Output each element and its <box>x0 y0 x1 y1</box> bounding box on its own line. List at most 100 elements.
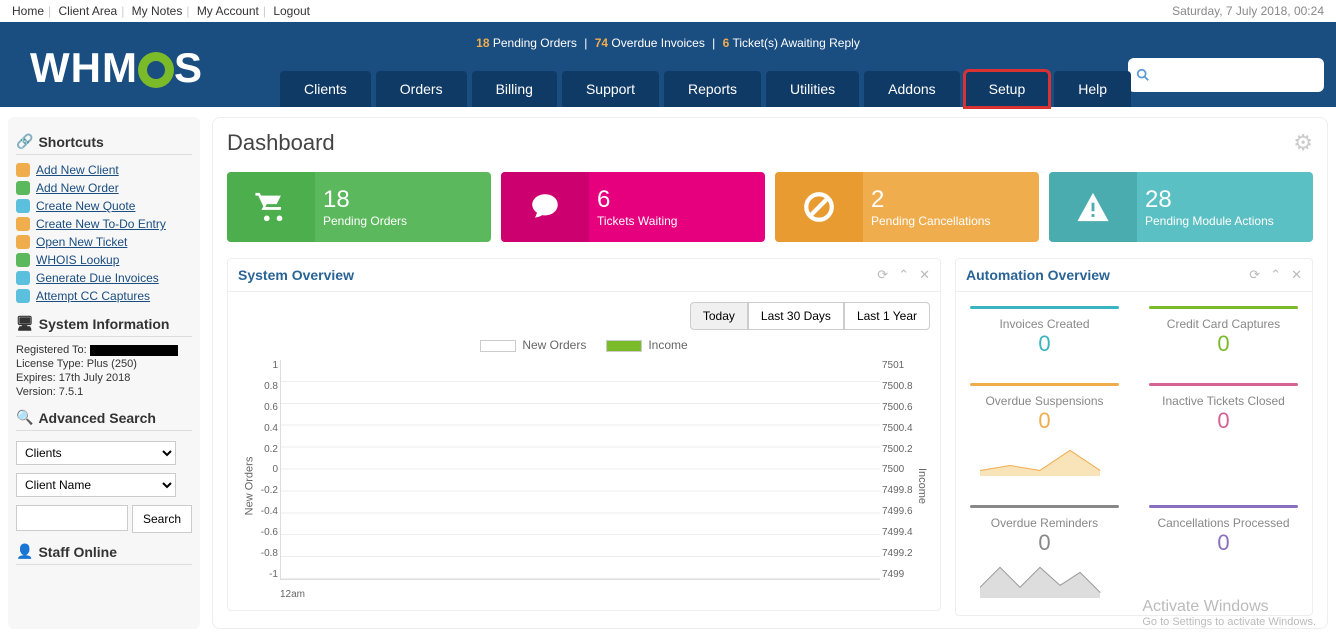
settings-icon[interactable]: ⚙ <box>1293 130 1313 156</box>
nav-help[interactable]: Help <box>1054 71 1131 107</box>
metric-value: 0 <box>970 408 1119 434</box>
tab-30days[interactable]: Last 30 Days <box>748 302 844 330</box>
close-icon[interactable]: ✕ <box>1291 267 1302 283</box>
stat-tile[interactable]: 6Tickets Waiting <box>501 172 765 242</box>
collapse-icon[interactable]: ⌃ <box>898 267 909 283</box>
metric-name: Inactive Tickets Closed <box>1149 394 1298 408</box>
nav-setup[interactable]: Setup <box>965 71 1050 107</box>
top-links: Home| Client Area| My Notes| My Account|… <box>12 4 310 18</box>
tile-number: 2 <box>871 186 1031 214</box>
shortcut-item[interactable]: Attempt CC Captures <box>16 287 192 305</box>
close-icon[interactable]: ✕ <box>919 267 930 283</box>
system-overview-panel: System Overview ⟳ ⌃ ✕ Today Last 30 Days… <box>227 258 941 611</box>
system-overview-title: System Overview <box>238 267 354 283</box>
tile-label: Pending Module Actions <box>1145 214 1305 228</box>
metric-name: Cancellations Processed <box>1149 516 1298 530</box>
automation-overview-panel: Automation Overview ⟳ ⌃ ✕ Invoices Creat… <box>955 258 1313 616</box>
search-scope-select[interactable]: Clients <box>16 441 176 465</box>
refresh-icon[interactable]: ⟳ <box>877 267 888 283</box>
automation-cell[interactable]: Overdue Reminders0 <box>970 505 1119 601</box>
tile-label: Tickets Waiting <box>597 214 757 228</box>
tile-number: 28 <box>1145 186 1305 214</box>
metric-name: Overdue Suspensions <box>970 394 1119 408</box>
sparkline <box>980 436 1110 476</box>
search-field-select[interactable]: Client Name <box>16 473 176 497</box>
nav-reports[interactable]: Reports <box>664 71 761 107</box>
automation-cell[interactable]: Overdue Suspensions0 <box>970 383 1119 479</box>
tab-today[interactable]: Today <box>690 302 748 330</box>
nav-utilities[interactable]: Utilities <box>766 71 859 107</box>
search-button[interactable]: Search <box>132 505 192 533</box>
shortcut-item[interactable]: Create New Quote <box>16 197 192 215</box>
top-link-client[interactable]: Client Area <box>58 4 117 18</box>
shortcut-icon <box>16 199 30 213</box>
stat-tile[interactable]: 2Pending Cancellations <box>775 172 1039 242</box>
automation-cell[interactable]: Credit Card Captures0 <box>1149 306 1298 357</box>
shortcut-icon <box>16 235 30 249</box>
top-link-account[interactable]: My Account <box>197 4 259 18</box>
shortcut-item[interactable]: Open New Ticket <box>16 233 192 251</box>
overview-chart: New Orders Income 10.80.60.40.20-0.2-0.4… <box>280 360 880 600</box>
collapse-icon[interactable]: ⌃ <box>1270 267 1281 283</box>
tile-number: 18 <box>323 186 483 214</box>
shortcut-item[interactable]: Add New Client <box>16 161 192 179</box>
metric-name: Credit Card Captures <box>1149 317 1298 331</box>
refresh-icon[interactable]: ⟳ <box>1249 267 1260 283</box>
nav-clients[interactable]: Clients <box>280 71 371 107</box>
link-icon: 🔗 <box>16 133 33 150</box>
overdue-label[interactable]: Overdue Invoices <box>608 36 705 50</box>
tile-icon <box>501 172 589 242</box>
nav-billing[interactable]: Billing <box>472 71 557 107</box>
shortcut-item[interactable]: Create New To-Do Entry <box>16 215 192 233</box>
shortcut-icon <box>16 217 30 231</box>
global-search[interactable] <box>1128 58 1324 92</box>
automation-overview-title: Automation Overview <box>966 267 1110 283</box>
sysinfo-heading: 🖥System Information <box>16 315 192 337</box>
shortcuts-heading: 🔗Shortcuts <box>16 133 192 155</box>
stat-tiles: 18Pending Orders6Tickets Waiting2Pending… <box>227 172 1313 242</box>
registered-to: Registered To: <box>16 343 192 357</box>
tile-icon <box>1049 172 1137 242</box>
shortcut-icon <box>16 163 30 177</box>
x-tick: 12am <box>280 589 305 600</box>
top-link-logout[interactable]: Logout <box>273 4 310 18</box>
overdue-count[interactable]: 74 <box>595 36 608 50</box>
tile-number: 6 <box>597 186 757 214</box>
staff-online-heading: 👤Staff Online <box>16 543 192 565</box>
automation-cell[interactable]: Inactive Tickets Closed0 <box>1149 383 1298 479</box>
adv-search-heading: 🔍Advanced Search <box>16 409 192 431</box>
search-query-input[interactable] <box>16 505 128 531</box>
nav-orders[interactable]: Orders <box>376 71 467 107</box>
metric-name: Invoices Created <box>970 317 1119 331</box>
datetime-label: Saturday, 7 July 2018, 00:24 <box>1172 4 1324 18</box>
stat-tile[interactable]: 28Pending Module Actions <box>1049 172 1313 242</box>
shortcut-icon <box>16 289 30 303</box>
shortcut-item[interactable]: Add New Order <box>16 179 192 197</box>
tickets-label[interactable]: Ticket(s) Awaiting Reply <box>729 36 860 50</box>
top-link-home[interactable]: Home <box>12 4 44 18</box>
sidebar: 🔗Shortcuts Add New ClientAdd New Order C… <box>8 117 200 629</box>
top-utility-bar: Home| Client Area| My Notes| My Account|… <box>0 0 1336 22</box>
metric-value: 0 <box>970 530 1119 556</box>
shortcut-item[interactable]: WHOIS Lookup <box>16 251 192 269</box>
magnifier-icon: 🔍 <box>16 409 33 426</box>
tab-1year[interactable]: Last 1 Year <box>844 302 930 330</box>
top-link-notes[interactable]: My Notes <box>132 4 183 18</box>
tile-label: Pending Cancellations <box>871 214 1031 228</box>
automation-cell[interactable]: Invoices Created0 <box>970 306 1119 357</box>
shortcut-item[interactable]: Generate Due Invoices <box>16 269 192 287</box>
main-nav: ClientsOrdersBillingSupportReportsUtilit… <box>280 71 1131 107</box>
nav-addons[interactable]: Addons <box>864 71 959 107</box>
nav-support[interactable]: Support <box>562 71 659 107</box>
pending-orders-count[interactable]: 18 <box>476 36 489 50</box>
automation-cell[interactable]: Cancellations Processed0 <box>1149 505 1298 601</box>
metric-name: Overdue Reminders <box>970 516 1119 530</box>
logo: WHMS <box>30 44 203 92</box>
gear-icon <box>138 52 174 88</box>
stat-tile[interactable]: 18Pending Orders <box>227 172 491 242</box>
pending-orders-label[interactable]: Pending Orders <box>490 36 577 50</box>
chart-range-tabs: Today Last 30 Days Last 1 Year <box>238 302 930 330</box>
redacted-bar <box>90 345 178 356</box>
shortcut-icon <box>16 253 30 267</box>
chart-legend: New Orders Income <box>238 338 930 352</box>
